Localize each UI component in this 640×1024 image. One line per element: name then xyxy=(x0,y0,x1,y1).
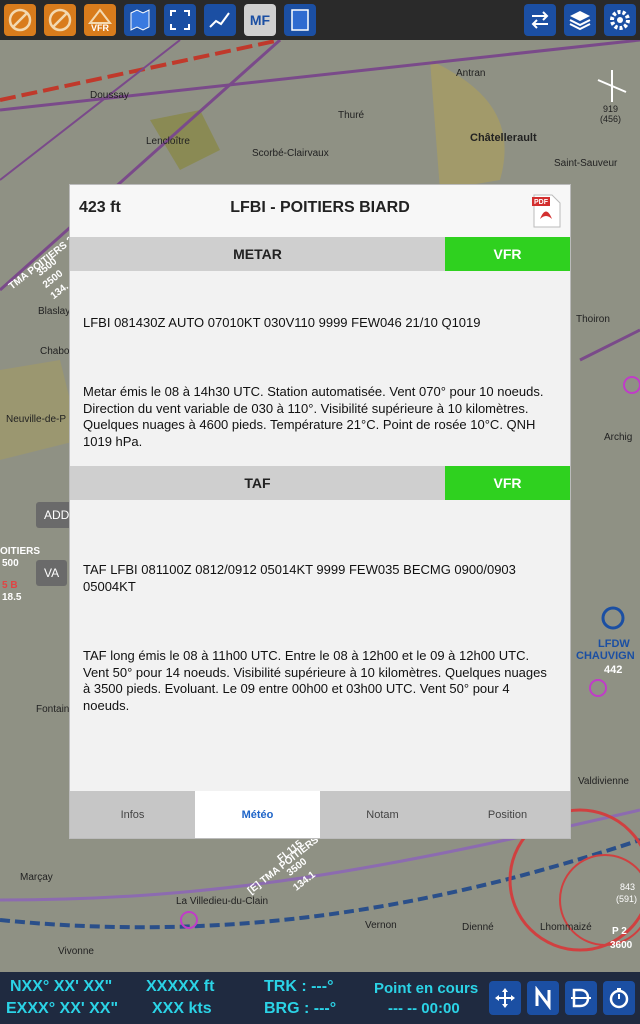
airport-info-dialog: 423 ft LFBI - POITIERS BIARD PDF METAR V… xyxy=(70,185,570,838)
swap-icon[interactable] xyxy=(524,4,556,36)
metar-flight-category-badge: VFR xyxy=(445,237,570,271)
map-town-label: La Villedieu-du-Clain xyxy=(176,896,269,907)
metar-decoded-text: Metar émis le 08 à 14h30 UTC. Station au… xyxy=(83,384,544,449)
map-va-chip[interactable]: VA xyxy=(36,560,68,586)
map-town-label: Thoiron xyxy=(576,314,610,325)
waypoint-label: Point en cours xyxy=(374,980,479,997)
no-entry-icon-2-glyph xyxy=(48,8,72,32)
stopwatch-icon xyxy=(609,988,629,1009)
map-town-label: Antran xyxy=(456,68,486,79)
tab-notam[interactable]: Notam xyxy=(320,791,445,838)
map-edge-frequency: 18.5 xyxy=(2,592,22,603)
longitude-readout: EXXX° XX' XX" xyxy=(6,1000,119,1017)
altitude-readout: XXXXX ft xyxy=(146,978,215,995)
bearing-readout: BRG : ---° xyxy=(264,1000,337,1017)
no-entry-icon-glyph xyxy=(8,8,32,32)
meteo-france-button[interactable]: MF xyxy=(244,4,276,36)
pdf-icon[interactable]: PDF xyxy=(530,193,562,229)
gear-icon xyxy=(610,10,630,30)
book-icon xyxy=(291,9,309,31)
map-town-label: Lencloître xyxy=(146,136,190,147)
obstacle-height: (591) xyxy=(616,894,638,904)
vfr-button-label: VFR xyxy=(91,23,109,33)
map-town-label: Châtellerault xyxy=(470,132,537,144)
graph-icon[interactable] xyxy=(204,4,236,36)
no-entry-icon-2[interactable] xyxy=(44,4,76,36)
fullscreen-icon[interactable] xyxy=(164,4,196,36)
swap-icon-glyph xyxy=(531,11,549,29)
wind-turbine-height: 919 (456) xyxy=(600,104,622,124)
waypoint-eta: --- -- 00:00 xyxy=(388,1000,460,1017)
map-town-label: Scorbé-Clairvaux xyxy=(252,148,329,159)
map-icon[interactable] xyxy=(124,4,156,36)
metar-section-bar: METAR VFR xyxy=(70,237,570,271)
map-town-label: Blaslay xyxy=(38,306,71,317)
tab-infos[interactable]: Infos xyxy=(70,791,195,838)
taf-decoded-text: TAF long émis le 08 à 11h00 UTC. Entre l… xyxy=(83,648,547,713)
flight-status-bar: NXX° XX' XX" EXXX° XX' XX" XXXXX ft XXX … xyxy=(0,972,640,1024)
north-icon-glyph xyxy=(535,986,551,1010)
airfield-name-chauvigny: CHAUVIGN xyxy=(576,650,635,662)
metar-label: METAR xyxy=(233,246,282,262)
dialog-header: 423 ft LFBI - POITIERS BIARD PDF xyxy=(70,185,570,237)
map-edge-label: OITIERS xyxy=(0,546,41,557)
speed-readout: XXX kts xyxy=(152,1000,212,1017)
taf-raw-text: TAF LFBI 081100Z 0812/0912 05014KT 9999 … xyxy=(83,562,516,594)
mf-label: MF xyxy=(249,12,271,28)
map-town-label: Saint-Sauveur xyxy=(554,158,618,169)
map-town-label: Valdivienne xyxy=(578,776,629,787)
settings-icon[interactable] xyxy=(604,4,636,36)
map-edge-zone: 5 B xyxy=(2,580,18,591)
dialog-tab-bar: Infos Météo Notam Position xyxy=(70,791,570,838)
taf-label: TAF xyxy=(244,475,271,491)
airfield-code-lfdw: LFDW xyxy=(598,638,630,650)
map-town-label: Vernon xyxy=(365,920,397,931)
map-town-label: Dienné xyxy=(462,922,494,933)
airfield-altitude: 442 xyxy=(604,664,623,676)
taf-section-bar: TAF VFR xyxy=(70,466,570,500)
move-icon-glyph xyxy=(495,988,515,1008)
latitude-readout: NXX° XX' XX" xyxy=(10,978,113,995)
prohibited-zone-label: P 2 xyxy=(612,926,627,937)
document-icon[interactable] xyxy=(284,4,316,36)
map-town-label: Chabo xyxy=(40,346,70,357)
map-town-label: Marçay xyxy=(20,872,53,883)
top-toolbar: VFR MF xyxy=(0,0,640,40)
track-readout: TRK : ---° xyxy=(264,978,334,995)
vfr-chart-button[interactable]: VFR xyxy=(84,4,116,36)
fullscreen-icon-glyph xyxy=(170,10,190,30)
taf-flight-category-badge: VFR xyxy=(445,466,570,500)
tab-position[interactable]: Position xyxy=(445,791,570,838)
direct-to-icon-glyph xyxy=(571,988,591,1008)
layers-icon-glyph xyxy=(569,11,591,31)
map-town-label: Vivonne xyxy=(58,946,94,957)
map-town-label: Neuville-de-P xyxy=(6,414,67,425)
map-edge-altitude: 500 xyxy=(2,558,19,569)
map-town-label: Archig xyxy=(604,432,633,443)
north-up-icon[interactable] xyxy=(527,981,559,1015)
metar-raw-text: LFBI 081430Z AUTO 07010KT 030V110 9999 F… xyxy=(83,315,481,330)
map-town-label: Thuré xyxy=(338,110,365,121)
map-town-label: Lhommaizé xyxy=(540,922,592,933)
no-entry-icon[interactable] xyxy=(4,4,36,36)
prohibited-zone-altitude: 3600 xyxy=(610,940,633,951)
airport-title: LFBI - POITIERS BIARD xyxy=(230,199,410,216)
layers-icon[interactable] xyxy=(564,4,596,36)
map-town-label: Doussay xyxy=(90,90,129,101)
direct-to-icon[interactable] xyxy=(565,981,597,1015)
pdf-label: PDF xyxy=(534,199,549,206)
graph-icon-glyph xyxy=(209,12,230,28)
move-icon[interactable] xyxy=(489,981,521,1015)
obstacle-altitude: 843 xyxy=(620,882,636,892)
map-icon-glyph xyxy=(130,9,150,31)
timer-icon[interactable] xyxy=(603,981,635,1015)
tab-meteo[interactable]: Météo xyxy=(195,791,320,838)
